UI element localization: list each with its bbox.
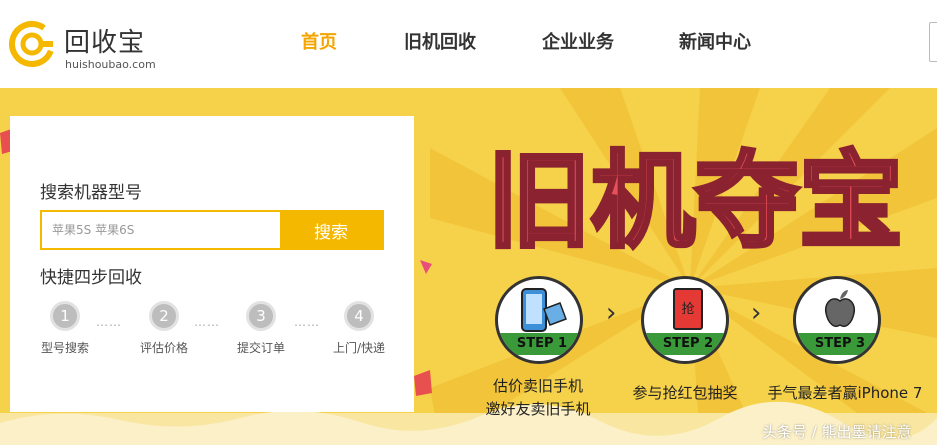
quick-step-2: 2 评估价格 bbox=[129, 301, 199, 361]
search-panel-title: 搜索机器型号 bbox=[40, 183, 142, 203]
quick-step-3-label: 提交订单 bbox=[236, 341, 285, 355]
promo-title-art: 旧机夺宝 bbox=[485, 138, 905, 264]
step-separator-1: …… bbox=[96, 315, 122, 329]
model-search-input[interactable] bbox=[42, 212, 282, 248]
nav-old-phone-recycle[interactable]: 旧机回收 bbox=[404, 28, 476, 54]
quick-step-1-label: 型号搜索 bbox=[40, 341, 89, 355]
top-header: 回收宝 huishoubao.com 首页 旧机回收 企业业务 新闻中心 bbox=[0, 0, 937, 88]
step-separator-2: …… bbox=[194, 315, 220, 329]
nav-news[interactable]: 新闻中心 bbox=[679, 28, 751, 54]
promo-step-1-text: 估价卖旧手机 邀好友卖旧手机 bbox=[478, 375, 598, 419]
logo-mark-icon bbox=[9, 21, 55, 67]
search-button[interactable]: 搜索 bbox=[280, 212, 382, 248]
promo-title: 旧机夺宝 bbox=[487, 140, 903, 262]
header-search-input-edge[interactable] bbox=[929, 22, 937, 62]
watermark: 头条号 / 熊出墨请注意 bbox=[762, 423, 912, 441]
model-search-form: 搜索 bbox=[40, 210, 384, 250]
promo-step-3[interactable]: STEP 3 bbox=[793, 276, 881, 364]
quick-step-3: 3 提交订单 bbox=[226, 301, 296, 361]
red-envelope-char: 抢 bbox=[681, 301, 694, 317]
promo-step-3-text: 手气最差者赢iPhone 7 bbox=[767, 384, 923, 402]
promo-step-1-line-2: 邀好友卖旧手机 bbox=[485, 400, 591, 418]
quick-steps-title: 快捷四步回收 bbox=[40, 268, 142, 288]
promo-step-1[interactable]: STEP 1 bbox=[495, 276, 583, 364]
promo-step-arrow-1: › bbox=[606, 298, 617, 328]
promo-step-2-text: 参与抢红包抽奖 bbox=[632, 384, 738, 402]
quick-step-1: 1 型号搜索 bbox=[30, 301, 100, 361]
promo-step-2[interactable]: 抢 STEP 2 bbox=[641, 276, 729, 364]
promo-step-1-band: STEP 1 bbox=[498, 333, 580, 355]
quick-step-3-number: 3 bbox=[246, 301, 276, 331]
promo-step-2-band: STEP 2 bbox=[644, 333, 726, 355]
quick-step-2-label: 评估价格 bbox=[139, 341, 188, 355]
promo-step-arrow-2: › bbox=[751, 298, 762, 328]
nav-enterprise[interactable]: 企业业务 bbox=[542, 28, 614, 54]
promo-step-1-line-1: 估价卖旧手机 bbox=[492, 377, 583, 395]
quick-step-2-number: 2 bbox=[149, 301, 179, 331]
quick-step-4-label: 上门/快递 bbox=[332, 341, 386, 355]
step-separator-3: …… bbox=[294, 315, 320, 329]
logo-name: 回收宝 bbox=[64, 28, 146, 58]
quick-step-4-number: 4 bbox=[344, 301, 374, 331]
search-panel: 搜索机器型号 搜索 快捷四步回收 1 型号搜索 …… 2 评估价格 …… 3 提… bbox=[10, 116, 414, 412]
quick-step-4: 4 上门/快递 bbox=[324, 301, 394, 361]
logo[interactable]: 回收宝 huishoubao.com bbox=[8, 16, 168, 71]
logo-domain: huishoubao.com bbox=[65, 58, 156, 71]
quick-step-1-number: 1 bbox=[50, 301, 80, 331]
promo-step-3-band: STEP 3 bbox=[796, 333, 878, 355]
nav-home[interactable]: 首页 bbox=[301, 28, 337, 54]
